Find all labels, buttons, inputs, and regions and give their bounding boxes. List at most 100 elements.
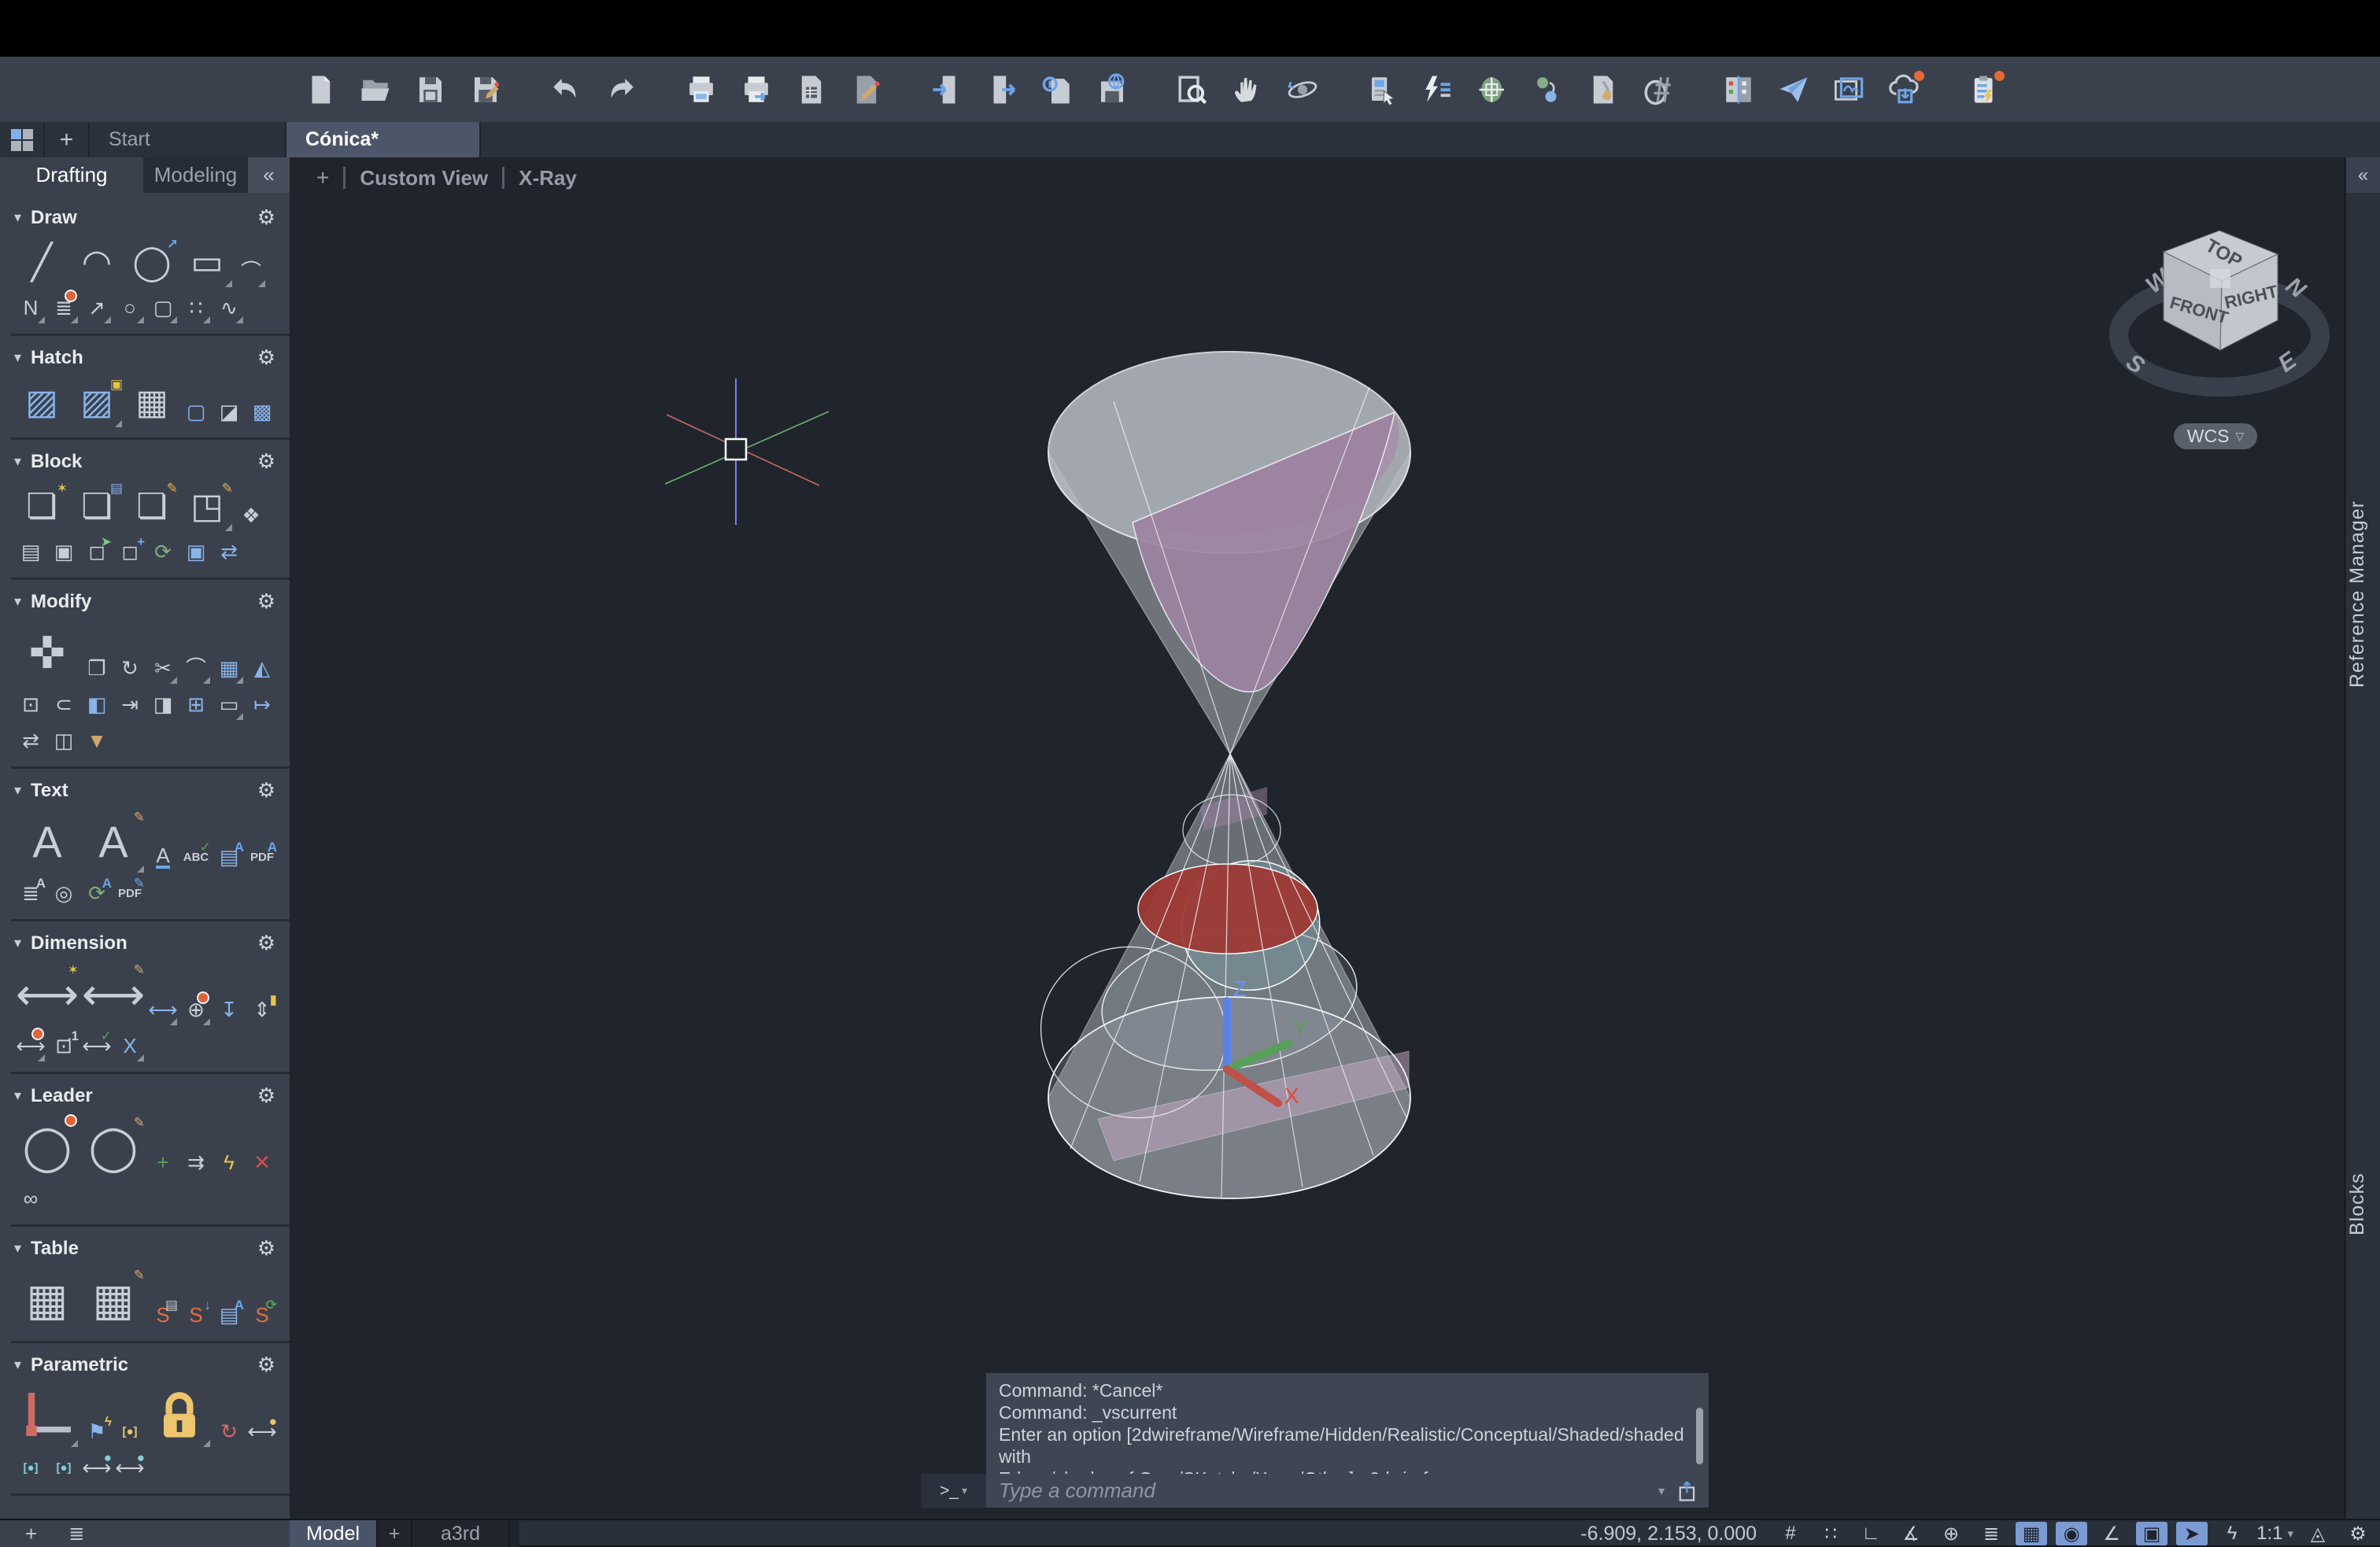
block-table-tool[interactable]: ▤: [16, 535, 46, 568]
dynamic-ucs-toggle[interactable]: ▣: [2136, 1522, 2168, 1545]
cloud-storage-icon[interactable]: [1887, 71, 1921, 109]
data-download-tool[interactable]: S↓: [181, 1298, 211, 1331]
table-style-tool[interactable]: ▤A: [214, 1298, 244, 1331]
sidebar-collapse-button[interactable]: «: [248, 157, 290, 193]
auto-constrain-tool[interactable]: ⚑ϟ: [82, 1415, 112, 1448]
hatch-image-tool[interactable]: ▨▣: [71, 378, 123, 428]
disclosure-icon[interactable]: ▾: [14, 349, 21, 366]
hatch-display-toggle[interactable]: ▦: [2016, 1522, 2047, 1545]
open-file-icon[interactable]: [358, 71, 393, 109]
pan-icon[interactable]: [1230, 71, 1265, 109]
clean-tool[interactable]: ▼: [82, 724, 112, 757]
rotate-tool[interactable]: ↻: [115, 652, 145, 685]
right-collapse-button[interactable]: «: [2346, 157, 2380, 193]
hatch-tool[interactable]: ▨: [16, 378, 68, 428]
dim-show-tool[interactable]: ⟷●: [82, 1451, 112, 1484]
chevron-down-icon[interactable]: ▾: [1658, 1483, 1665, 1499]
gear-icon[interactable]: ⚙: [257, 1084, 275, 1108]
plot-edit-icon[interactable]: [849, 71, 884, 109]
save-file-icon[interactable]: [413, 71, 448, 109]
pdf-settings-tool[interactable]: PDF✎: [115, 877, 145, 910]
attribute-display-tool[interactable]: ▣: [181, 535, 211, 568]
add-palette-button[interactable]: +: [25, 1522, 37, 1546]
table-tool[interactable]: ▦: [16, 1268, 79, 1331]
object-snap-toggle[interactable]: ⊕: [1935, 1522, 1967, 1545]
action-recorder-icon[interactable]: [1967, 71, 2001, 109]
print-icon[interactable]: [684, 71, 719, 109]
tool-sets-icon[interactable]: [1366, 71, 1400, 109]
zoom-window-icon[interactable]: [1175, 71, 1210, 109]
share-icon[interactable]: [1776, 71, 1811, 109]
attribute-sync-tool[interactable]: ⟳: [148, 535, 178, 568]
solid-edit-tool[interactable]: ◨: [148, 688, 178, 721]
dim-hide-tool[interactable]: ⟷●: [115, 1451, 145, 1484]
block-select-tool[interactable]: ◻➤: [82, 535, 112, 568]
quick-select-icon[interactable]: [1421, 71, 1455, 109]
spell-check-tool[interactable]: ABC✓: [181, 840, 211, 873]
stretch-tool[interactable]: ⇥: [115, 688, 145, 721]
purge-icon[interactable]: [1586, 71, 1621, 109]
drawing-viewport[interactable]: + Custom View X-Ray: [290, 157, 2344, 1519]
circle-tool[interactable]: ◯↗: [126, 238, 178, 288]
grid-toggle[interactable]: #: [1775, 1522, 1806, 1545]
edit-block-tool[interactable]: ❏✎: [126, 482, 178, 532]
hide-all-tool[interactable]: [●]: [49, 1451, 79, 1484]
gear-icon[interactable]: ⚙: [257, 589, 275, 614]
leader-edit-tool[interactable]: ◯✎: [82, 1116, 145, 1179]
spline-tool[interactable]: ∿: [214, 291, 244, 324]
table-edit-tool[interactable]: ▦✎: [82, 1268, 145, 1331]
tab-conica[interactable]: Cónica*: [286, 122, 481, 157]
text-style-tool[interactable]: ▤A: [214, 840, 244, 873]
disclosure-icon[interactable]: ▾: [14, 1240, 21, 1257]
linear-tool[interactable]: ⟷: [148, 993, 178, 1026]
disclosure-icon[interactable]: ▾: [14, 1357, 21, 1373]
save-as-icon[interactable]: [468, 71, 503, 109]
annotation-scale-control[interactable]: 1:1▾: [2256, 1523, 2293, 1545]
gear-icon[interactable]: ⚙: [257, 345, 275, 370]
disclosure-icon[interactable]: ▾: [14, 453, 21, 470]
ellipse-tool[interactable]: ○: [115, 291, 145, 324]
show-all-tool[interactable]: [●]: [16, 1451, 46, 1484]
new-drawing-tab-button[interactable]: +: [45, 122, 90, 157]
gear-icon[interactable]: ⚙: [257, 778, 275, 803]
annotation-visibility-toggle[interactable]: ◬: [2302, 1522, 2334, 1545]
gradient-tool[interactable]: ▦: [126, 378, 178, 428]
leader-collect-tool[interactable]: ∞: [16, 1182, 46, 1215]
disclosure-icon[interactable]: ▾: [14, 935, 21, 951]
multileader-tool[interactable]: ◯↙: [16, 1116, 79, 1179]
command-input[interactable]: [999, 1479, 1658, 1503]
settings-toggle[interactable]: ⚙: [2342, 1522, 2374, 1545]
tab-a3rd[interactable]: a3rd: [412, 1520, 510, 1547]
continue-tool[interactable]: ⟷: [16, 1029, 46, 1062]
create-block-tool[interactable]: ❏▤: [71, 482, 123, 532]
page-setup-icon[interactable]: [794, 71, 829, 109]
disclosure-icon[interactable]: ▾: [14, 1087, 21, 1104]
new-file-icon[interactable]: [303, 71, 338, 109]
hatch-tag-tool[interactable]: ◪: [214, 395, 244, 428]
find-text-tool[interactable]: ◎: [49, 877, 79, 910]
point-tool[interactable]: ∷: [181, 291, 211, 324]
join-tool[interactable]: ↦: [247, 688, 277, 721]
drawing-compare-icon[interactable]: [1721, 71, 1756, 109]
boundary-tool[interactable]: ▢: [181, 395, 211, 428]
align-tool[interactable]: ⇄: [16, 724, 46, 757]
text-update-tool[interactable]: ⟳A: [82, 877, 112, 910]
undo-icon[interactable]: [549, 71, 583, 109]
disclosure-icon[interactable]: ▾: [14, 593, 21, 610]
snap-tracking-toggle[interactable]: ➤: [2176, 1522, 2208, 1545]
tolerance-tool[interactable]: ⊡.1: [49, 1029, 79, 1062]
polyline-tool[interactable]: N: [16, 291, 46, 324]
dim-check-tool[interactable]: ⟷✓: [82, 1029, 112, 1062]
add-layout-button[interactable]: +: [378, 1520, 412, 1547]
snap-toggle[interactable]: ∷: [1815, 1522, 1846, 1545]
gear-icon[interactable]: ⚙: [257, 1353, 275, 1377]
dim-constraint-tool[interactable]: ⟷●: [247, 1415, 277, 1448]
text-edit-tool[interactable]: A✎: [82, 810, 145, 873]
tab-model[interactable]: Model: [290, 1520, 378, 1547]
polar-tracking-toggle[interactable]: ∡: [1895, 1522, 1927, 1545]
tab-reference-manager[interactable]: Reference Manager: [2346, 429, 2380, 759]
gear-icon[interactable]: ⚙: [257, 205, 275, 230]
leader-remove-tool[interactable]: ✕: [247, 1146, 277, 1179]
mirror-tool[interactable]: ◭: [247, 652, 277, 685]
center-mark-tool[interactable]: ⊕: [181, 993, 211, 1026]
